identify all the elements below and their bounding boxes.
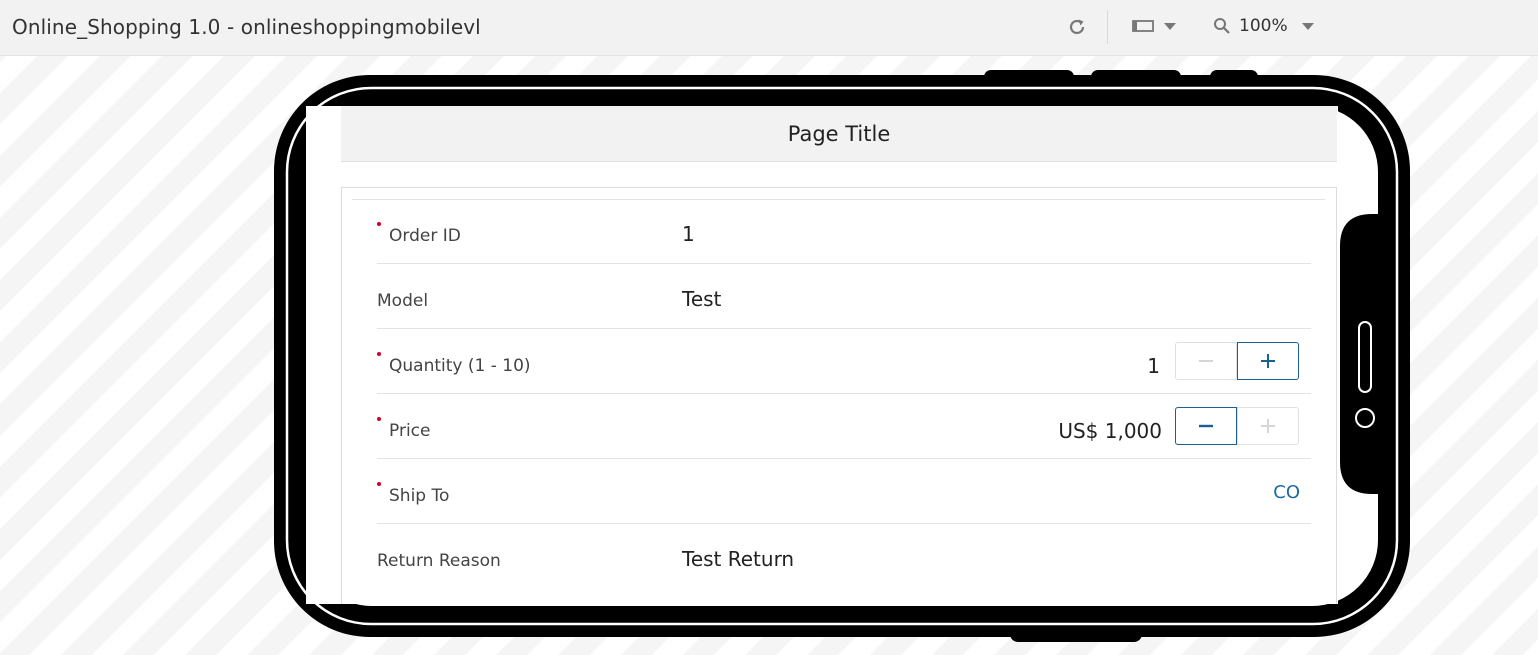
price-value[interactable]: US$ 1,000 <box>1058 419 1162 443</box>
order-id-value[interactable]: 1 <box>682 222 695 246</box>
phone-screen: Page Title Order ID 1 Model Test Quantit… <box>306 106 1338 604</box>
price-decrement-button[interactable] <box>1175 407 1237 445</box>
form-row-price: Price US$ 1,000 <box>377 395 1311 459</box>
required-indicator <box>377 222 381 226</box>
phone-speaker <box>1358 321 1372 393</box>
model-value[interactable]: Test <box>682 287 721 311</box>
required-indicator <box>377 482 381 486</box>
quantity-increment-button[interactable] <box>1237 342 1299 380</box>
price-stepper <box>1175 407 1300 445</box>
phone-camera <box>1355 408 1375 428</box>
return-reason-value[interactable]: Test Return <box>682 547 794 571</box>
required-indicator <box>377 352 381 356</box>
minus-icon <box>1199 424 1213 428</box>
quantity-stepper <box>1175 342 1300 380</box>
minus-icon <box>1199 360 1213 362</box>
quantity-value[interactable]: 1 <box>1147 354 1160 378</box>
form-row-order-id: Order ID 1 <box>377 200 1311 264</box>
required-indicator <box>377 417 381 421</box>
page-title: Page Title <box>787 121 891 146</box>
order-id-label: Order ID <box>389 226 461 246</box>
plus-icon <box>1261 354 1275 368</box>
form-row-return-reason: Return Reason Test Return <box>377 525 1311 589</box>
page-header: Page Title <box>341 106 1337 162</box>
ship-to-link[interactable]: CO <box>1273 482 1300 503</box>
price-increment-button[interactable] <box>1237 407 1299 445</box>
return-reason-label: Return Reason <box>377 551 501 571</box>
model-label: Model <box>377 291 429 311</box>
quantity-label: Quantity (1 - 10) <box>389 356 531 376</box>
form-row-quantity: Quantity (1 - 10) 1 <box>377 330 1311 394</box>
price-label: Price <box>389 421 431 441</box>
form-row-ship-to: Ship To CO <box>377 460 1311 524</box>
form-row-model: Model Test <box>377 265 1311 329</box>
quantity-decrement-button[interactable] <box>1175 342 1237 380</box>
plus-icon <box>1261 419 1275 433</box>
ship-to-label: Ship To <box>389 486 450 506</box>
